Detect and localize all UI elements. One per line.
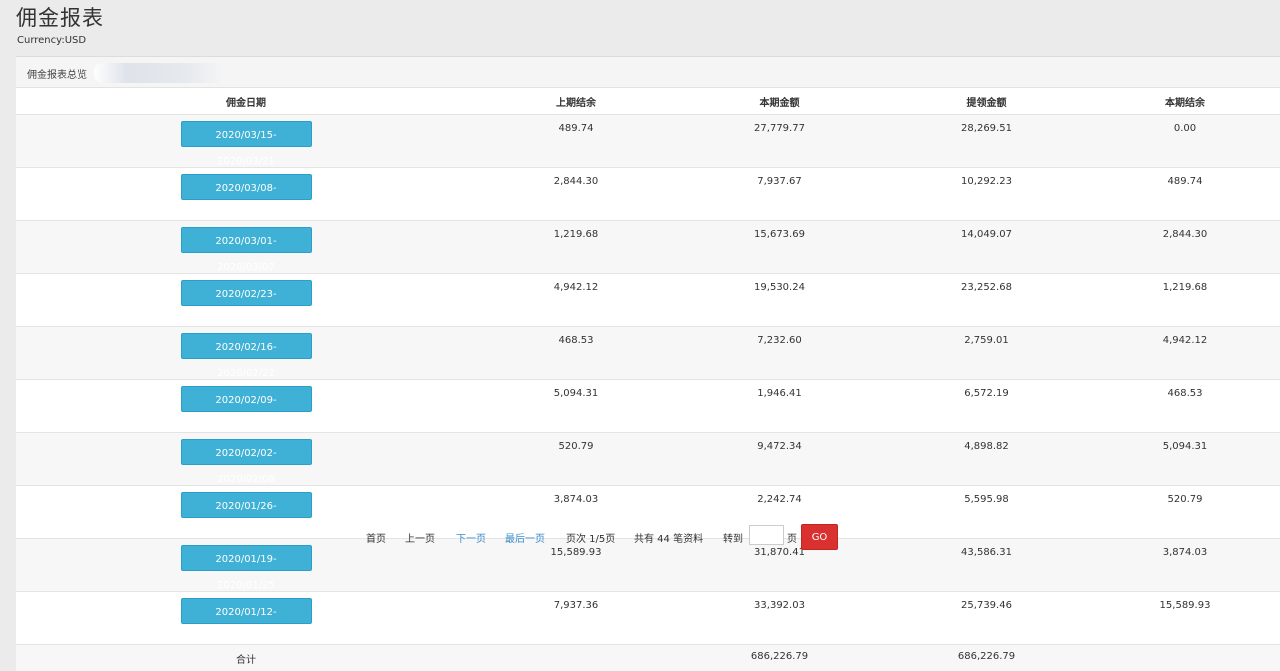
date-range-button[interactable]: 2020/03/15-2020/03/21 <box>180 121 312 167</box>
redaction-blur <box>94 63 224 83</box>
prev-balance-cell: 5,094.31 <box>553 388 599 399</box>
panel-header: 佣金报表总览 <box>16 57 1280 88</box>
table-row: 2020/02/09-2020/02/15 5,094.31 1,946.41 … <box>16 379 1280 433</box>
table-row: 2020/03/01-2020/03/07 1,219.68 15,673.69… <box>16 220 1280 274</box>
commission-report-panel: 佣金报表总览 佣金日期 上期结余 本期金额 提领金额 本期结余 2020/03/… <box>16 56 1280 671</box>
date-range-button[interactable]: 2020/02/16-2020/02/22 <box>180 333 312 379</box>
date-range-button[interactable]: 2020/02/09-2020/02/15 <box>180 386 312 432</box>
prev-page-link[interactable]: 上一页 <box>405 530 435 545</box>
table-row: 2020/02/16-2020/02/22 468.53 7,232.60 2,… <box>16 326 1280 380</box>
table-row: 2020/02/02-2020/02/08 520.79 9,472.34 4,… <box>16 432 1280 486</box>
date-range-button[interactable]: 2020/02/23-2020/02/29 <box>180 280 312 326</box>
total-prev-balance <box>476 645 676 671</box>
goto-page-input[interactable] <box>749 525 784 545</box>
page-title: 佣金报表 <box>16 6 104 30</box>
current-amount-cell: 9,472.34 <box>757 441 802 452</box>
withdraw-amount-cell: 6,572.19 <box>964 388 1009 399</box>
prev-balance-cell: 1,219.68 <box>553 229 599 240</box>
current-balance-cell: 4,942.12 <box>1162 335 1208 346</box>
table-row: 2020/03/08-2020/03/14 2,844.30 7,937.67 … <box>16 167 1280 221</box>
withdraw-amount-cell: 23,252.68 <box>961 282 1012 293</box>
prev-balance-cell: 520.79 <box>558 441 594 452</box>
last-page-link[interactable]: 最后一页 <box>505 530 545 545</box>
table-row: 2020/01/12-2020/01/18 7,937.36 33,392.03… <box>16 591 1280 645</box>
current-balance-cell: 2,844.30 <box>1162 229 1208 240</box>
table-row: 2020/03/15-2020/03/21 489.74 27,779.77 2… <box>16 114 1280 168</box>
next-page-link[interactable]: 下一页 <box>456 530 486 545</box>
commission-table: 佣金日期 上期结余 本期金额 提领金额 本期结余 2020/03/15-2020… <box>16 88 1280 671</box>
withdraw-amount-cell: 28,269.51 <box>961 123 1012 134</box>
col-header-date: 佣金日期 <box>16 88 476 115</box>
total-current-amount: 686,226.79 <box>750 651 809 662</box>
col-header-withdraw-amount: 提领金额 <box>883 88 1090 115</box>
pagination-bar: 首页 上一页 下一页 最后一页 页次 1/5页 共有 44 笔资料 转到 页 G… <box>0 524 1280 550</box>
prev-balance-cell: 7,937.36 <box>553 600 599 611</box>
current-amount-cell: 7,937.67 <box>757 176 802 187</box>
current-balance-cell: 1,219.68 <box>1162 282 1208 293</box>
col-header-current-balance: 本期结余 <box>1090 88 1280 115</box>
current-balance-cell: 5,094.31 <box>1162 441 1208 452</box>
date-range-button[interactable]: 2020/03/08-2020/03/14 <box>180 174 312 220</box>
record-count: 共有 44 笔资料 <box>634 534 704 545</box>
date-range-button[interactable]: 2020/03/01-2020/03/07 <box>180 227 312 273</box>
withdraw-amount-cell: 14,049.07 <box>961 229 1012 240</box>
date-range-button[interactable]: 2020/01/26-2020/02/01 <box>180 492 312 538</box>
current-amount-cell: 1,946.41 <box>757 388 802 399</box>
prev-balance-cell: 2,844.30 <box>553 176 599 187</box>
current-balance-cell: 489.74 <box>1167 176 1203 187</box>
table-row: 2020/02/23-2020/02/29 4,942.12 19,530.24… <box>16 273 1280 327</box>
current-amount-cell: 15,673.69 <box>754 229 805 240</box>
withdraw-amount-cell: 2,759.01 <box>964 335 1009 346</box>
first-page-link[interactable]: 首页 <box>366 530 386 545</box>
current-balance-cell: 0.00 <box>1173 123 1197 134</box>
current-balance-cell: 468.53 <box>1167 388 1203 399</box>
col-header-prev-balance: 上期结余 <box>476 88 676 115</box>
total-row: 合计 686,226.79 686,226.79 <box>16 644 1280 671</box>
current-balance-cell: 15,589.93 <box>1159 600 1211 611</box>
prev-balance-cell: 468.53 <box>558 335 594 346</box>
col-header-current-amount: 本期金额 <box>676 88 883 115</box>
table-header-row: 佣金日期 上期结余 本期金额 提领金额 本期结余 <box>16 88 1280 115</box>
date-range-button[interactable]: 2020/02/02-2020/02/08 <box>180 439 312 485</box>
current-amount-cell: 7,232.60 <box>757 335 802 346</box>
current-amount-cell: 19,530.24 <box>754 282 805 293</box>
currency-label: Currency:USD <box>17 35 87 46</box>
current-amount-cell: 27,779.77 <box>754 123 805 134</box>
page-info: 页次 1/5页 <box>566 534 616 545</box>
withdraw-amount-cell: 25,739.46 <box>961 600 1012 611</box>
prev-balance-cell: 4,942.12 <box>553 282 599 293</box>
goto-label: 转到 <box>723 534 743 545</box>
withdraw-amount-cell: 10,292.23 <box>961 176 1012 187</box>
prev-balance-cell: 489.74 <box>558 123 594 134</box>
panel-header-label: 佣金报表总览 <box>27 70 87 81</box>
date-range-button[interactable]: 2020/01/12-2020/01/18 <box>180 598 312 644</box>
total-current-balance <box>1090 645 1280 671</box>
total-withdraw-amount: 686,226.79 <box>957 651 1016 662</box>
withdraw-amount-cell: 4,898.82 <box>964 441 1009 452</box>
go-button[interactable]: GO <box>801 524 838 550</box>
page-suffix-label: 页 <box>787 534 797 545</box>
current-amount-cell: 33,392.03 <box>754 600 805 611</box>
